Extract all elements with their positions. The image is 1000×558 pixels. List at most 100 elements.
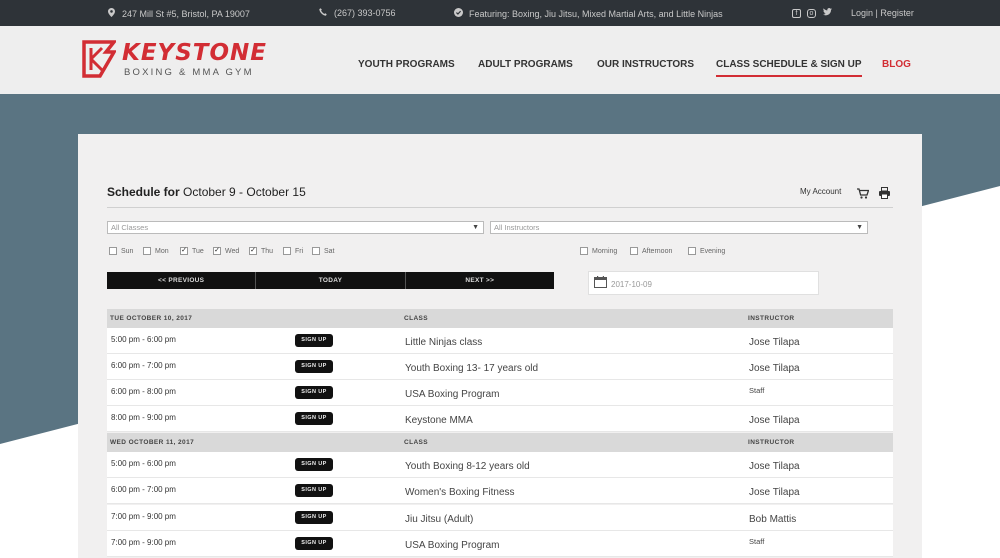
site-header: KEYSTONE BOXING & MMA GYM YOUTH PROGRAMS… xyxy=(0,26,1000,94)
schedule-title: Schedule for October 9 - October 15 xyxy=(107,185,306,199)
check-circle-icon xyxy=(453,8,463,19)
nav-blog[interactable]: BLOG xyxy=(882,59,911,70)
phone-icon xyxy=(318,8,328,18)
time-checkbox-evening[interactable]: Evening xyxy=(688,247,725,255)
phone-text: (267) 393-0756 xyxy=(334,8,396,18)
schedule-row: 5:00 pm - 6:00 pm SIGN UP Little Ninjas … xyxy=(107,328,893,354)
day-checkbox-wed[interactable]: ✓ Wed xyxy=(213,247,239,255)
cart-icon[interactable] xyxy=(857,186,870,204)
checkbox-box[interactable] xyxy=(580,247,588,255)
date-picker-input[interactable]: 2017-10-09 xyxy=(588,271,819,295)
nav-class-schedule[interactable]: CLASS SCHEDULE & SIGN UP xyxy=(716,59,862,77)
instructor-name[interactable]: Bob Mattis xyxy=(749,514,796,525)
instructor-filter-select[interactable]: All Instructors ▼ xyxy=(490,221,868,234)
checkbox-box[interactable] xyxy=(283,247,291,255)
time-label: Morning xyxy=(592,247,618,255)
previous-week-button[interactable]: << PREVIOUS xyxy=(107,272,257,289)
instructor-filter-value: All Instructors xyxy=(494,223,540,232)
phone-item[interactable]: (267) 393-0756 xyxy=(318,8,396,18)
day-label: Sat xyxy=(324,247,335,255)
class-filter-select[interactable]: All Classes ▼ xyxy=(107,221,484,234)
login-register-text[interactable]: Login | Register xyxy=(851,8,914,18)
twitter-icon[interactable] xyxy=(822,8,832,18)
class-time: 6:00 pm - 7:00 pm xyxy=(111,485,176,494)
sign-up-button[interactable]: SIGN UP xyxy=(295,511,333,524)
day-heading: WED OCTOBER 11, 2017 xyxy=(110,439,195,446)
checkbox-box[interactable] xyxy=(143,247,151,255)
checkbox-box[interactable] xyxy=(688,247,696,255)
day-checkbox-sun[interactable]: Sun xyxy=(109,247,133,255)
class-name-link[interactable]: Youth Boxing 13- 17 years old xyxy=(405,363,538,374)
day-heading: TUE OCTOBER 10, 2017 xyxy=(110,315,193,322)
nav-our-instructors[interactable]: OUR INSTRUCTORS xyxy=(597,59,694,70)
class-name-link[interactable]: Little Ninjas class xyxy=(405,337,482,348)
my-account-link[interactable]: My Account xyxy=(800,187,841,196)
schedule-row: 7:00 pm - 9:00 pm SIGN UP USA Boxing Pro… xyxy=(107,531,893,557)
day-label: Thu xyxy=(261,247,274,255)
site-logo[interactable]: KEYSTONE BOXING & MMA GYM xyxy=(82,40,287,82)
schedule-row: 6:00 pm - 8:00 pm SIGN UP USA Boxing Pro… xyxy=(107,380,893,406)
day-checkbox-mon[interactable]: Mon xyxy=(143,247,169,255)
day-checkbox-fri[interactable]: Fri xyxy=(283,247,303,255)
instructor-name[interactable]: Jose Tilapa xyxy=(749,363,800,374)
class-name-link[interactable]: USA Boxing Program xyxy=(405,540,500,551)
chevron-down-icon: ▼ xyxy=(856,224,863,231)
class-name-link[interactable]: Youth Boxing 8-12 years old xyxy=(405,461,530,472)
class-name-link[interactable]: Keystone MMA xyxy=(405,415,473,426)
print-icon[interactable] xyxy=(879,186,890,204)
time-label: Evening xyxy=(700,247,726,255)
checkbox-box[interactable]: ✓ xyxy=(180,247,188,255)
sign-up-button[interactable]: SIGN UP xyxy=(295,360,333,373)
calendar-icon[interactable] xyxy=(594,276,607,290)
instructor-name[interactable]: Jose Tilapa xyxy=(749,461,800,472)
day-header: WED OCTOBER 11, 2017 CLASS INSTRUCTOR xyxy=(107,433,893,452)
instructor-name: Staff xyxy=(749,537,765,546)
day-label: Fri xyxy=(295,247,304,255)
class-name-link[interactable]: Jiu Jitsu (Adult) xyxy=(405,514,473,525)
week-navigation: << PREVIOUS TODAY NEXT >> xyxy=(107,272,554,289)
schedule-row: 6:00 pm - 7:00 pm SIGN UP Youth Boxing 1… xyxy=(107,354,893,380)
instructor-name[interactable]: Jose Tilapa xyxy=(749,415,800,426)
featuring-item: Featuring: Boxing, Jiu Jitsu, Mixed Mart… xyxy=(453,8,723,19)
day-checkbox-tue[interactable]: ✓ Tue xyxy=(180,247,204,255)
class-time: 6:00 pm - 8:00 pm xyxy=(111,387,176,396)
checkbox-box[interactable] xyxy=(109,247,117,255)
keystone-logo-icon xyxy=(82,40,116,78)
logo-subtitle: BOXING & MMA GYM xyxy=(124,67,254,78)
day-label: Mon xyxy=(155,247,169,255)
day-header: TUE OCTOBER 10, 2017 CLASS INSTRUCTOR xyxy=(107,309,893,328)
class-name-link[interactable]: Women's Boxing Fitness xyxy=(405,487,515,498)
top-info-bar: 247 Mill St #5, Bristol, PA 19007 (267) … xyxy=(0,0,1000,26)
class-name-link[interactable]: USA Boxing Program xyxy=(405,389,500,400)
sign-up-button[interactable]: SIGN UP xyxy=(295,386,333,399)
checkbox-box[interactable]: ✓ xyxy=(249,247,257,255)
next-week-button[interactable]: NEXT >> xyxy=(406,272,554,289)
sign-up-button[interactable]: SIGN UP xyxy=(295,537,333,550)
checkbox-box[interactable]: ✓ xyxy=(213,247,221,255)
facebook-icon[interactable]: f xyxy=(792,8,801,18)
sign-up-button[interactable]: SIGN UP xyxy=(295,484,333,497)
class-time: 7:00 pm - 9:00 pm xyxy=(111,512,176,521)
day-checkbox-thu[interactable]: ✓ Thu xyxy=(249,247,273,255)
class-time: 5:00 pm - 6:00 pm xyxy=(111,459,176,468)
day-checkbox-sat[interactable]: Sat xyxy=(312,247,335,255)
day-label: Sun xyxy=(121,247,134,255)
chevron-down-icon: ▼ xyxy=(472,224,479,231)
instructor-name: Staff xyxy=(749,386,765,395)
sign-up-button[interactable]: SIGN UP xyxy=(295,334,333,347)
nav-adult-programs[interactable]: ADULT PROGRAMS xyxy=(478,59,573,70)
checkbox-box[interactable] xyxy=(630,247,638,255)
today-button[interactable]: TODAY xyxy=(256,272,406,289)
class-time: 5:00 pm - 6:00 pm xyxy=(111,335,176,344)
instructor-name[interactable]: Jose Tilapa xyxy=(749,337,800,348)
instagram-icon[interactable]: o xyxy=(807,8,816,18)
sign-up-button[interactable]: SIGN UP xyxy=(295,458,333,471)
login-register-link[interactable]: Login | Register xyxy=(851,8,914,18)
checkbox-box[interactable] xyxy=(312,247,320,255)
nav-youth-programs[interactable]: YOUTH PROGRAMS xyxy=(358,59,455,70)
sign-up-button[interactable]: SIGN UP xyxy=(295,412,333,425)
time-checkbox-afternoon[interactable]: Afternoon xyxy=(630,247,672,255)
date-value: 2017-10-09 xyxy=(611,280,652,289)
time-checkbox-morning[interactable]: Morning xyxy=(580,247,617,255)
instructor-name[interactable]: Jose Tilapa xyxy=(749,487,800,498)
